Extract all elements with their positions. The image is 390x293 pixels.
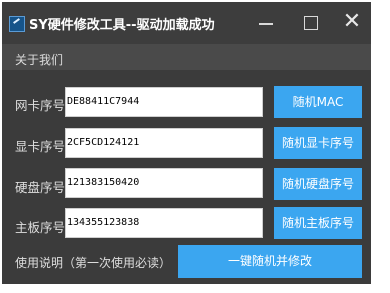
maximize-icon[interactable] [299, 12, 323, 34]
disk-serial-label: 硬盘序号 [15, 180, 66, 195]
menu-about[interactable]: 关于我们 [15, 51, 63, 68]
app-window: SY硬件修改工具--驱动加载成功 ✕ 关于我们 网卡序号 DE88411C794… [2, 2, 371, 284]
random-board-serial-button[interactable]: 随机主板序号 [274, 207, 362, 239]
nic-serial-label: 网卡序号 [15, 98, 66, 113]
minimize-icon[interactable] [254, 12, 278, 34]
title-bar[interactable]: SY硬件修改工具--驱动加载成功 ✕ [2, 2, 371, 44]
gpu-serial-label: 显卡序号 [15, 139, 66, 154]
board-serial-input[interactable]: 134355123838 [65, 208, 263, 238]
disk-serial-input[interactable]: 121383150420 [65, 168, 263, 198]
randomize-and-apply-button[interactable]: 一键随机并修改 [178, 245, 362, 278]
usage-instructions-link[interactable]: 使用说明（第一次使用必读） [15, 254, 171, 271]
random-disk-serial-button[interactable]: 随机硬盘序号 [274, 168, 362, 200]
random-gpu-serial-button[interactable]: 随机显卡序号 [274, 127, 362, 159]
random-mac-button[interactable]: 随机MAC [274, 86, 362, 118]
close-icon[interactable]: ✕ [340, 11, 364, 34]
board-serial-label: 主板序号 [15, 220, 66, 235]
app-icon [9, 16, 25, 32]
gpu-serial-input[interactable]: 2CF5CD124121 [65, 128, 263, 158]
window-title: SY硬件修改工具--驱动加载成功 [29, 18, 215, 33]
nic-serial-input[interactable]: DE88411C7944 [65, 87, 263, 117]
main-panel: 网卡序号 DE88411C7944 随机MAC 显卡序号 2CF5CD12412… [2, 70, 371, 284]
menu-bar: 关于我们 [2, 44, 371, 70]
